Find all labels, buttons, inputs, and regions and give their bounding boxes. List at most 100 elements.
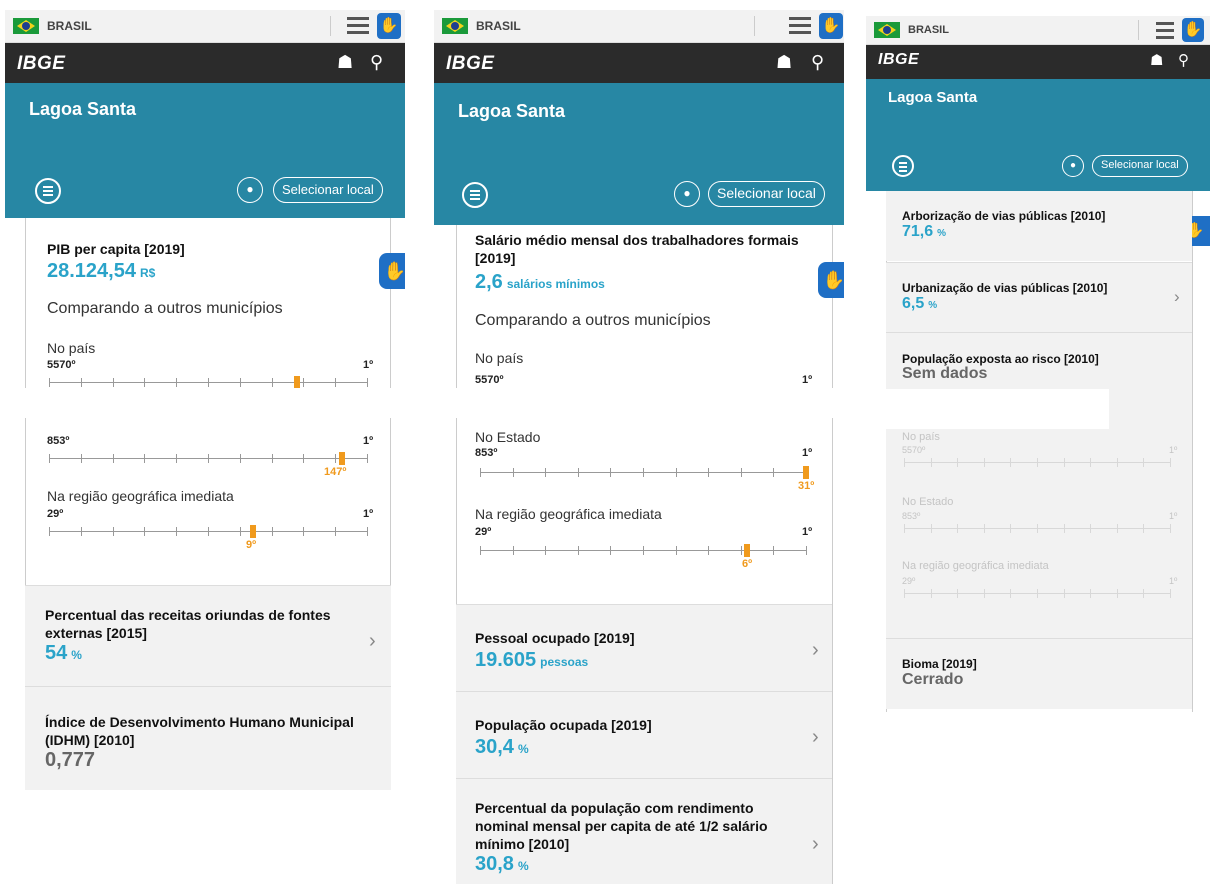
rank-total: 853º <box>475 447 498 459</box>
scale-tick <box>144 454 146 463</box>
scale-tick <box>144 527 146 536</box>
scale-tick <box>1143 458 1145 467</box>
menu-button[interactable] <box>35 178 61 204</box>
location-pin-icon[interactable]: ● <box>237 177 263 203</box>
rank-first: 1º <box>363 508 374 520</box>
scale-tick <box>675 546 677 555</box>
card-border <box>832 225 833 884</box>
search-icon[interactable]: ⚲ <box>1178 51 1189 69</box>
vlibras-hand-icon[interactable]: ✋ <box>818 262 844 298</box>
scale-tick <box>239 454 241 463</box>
scale-tick <box>930 524 932 533</box>
scale-tick <box>740 546 742 555</box>
rank-first: 1º <box>1169 445 1178 455</box>
country-label[interactable]: BRASIL <box>47 19 92 33</box>
indicator-title: Pessoal ocupado [2019] <box>475 630 635 646</box>
vlibras-hand-icon[interactable]: ✋ <box>377 13 401 39</box>
indicator-value: 30,8% <box>475 853 529 875</box>
scale-tick <box>112 527 114 536</box>
indicator-value: 2,6 salários mínimos <box>475 271 605 293</box>
menu-button[interactable] <box>892 155 914 177</box>
screenshot-panel-1: BRASIL ✋ IBGE ☗ ⚲ Lagoa Santa ● Selecion… <box>5 10 405 790</box>
ibge-building-icon[interactable]: ☗ <box>776 52 792 73</box>
chevron-right-icon[interactable]: › <box>812 726 819 749</box>
rank-marker <box>249 525 256 538</box>
rank-total: 29º <box>902 576 916 586</box>
rank-scale-regiao <box>49 525 368 538</box>
scale-tick <box>335 378 337 387</box>
vlibras-hand-icon[interactable]: ✋ <box>819 13 843 39</box>
location-pin-icon[interactable]: ● <box>1062 155 1084 177</box>
hamburger-icon[interactable] <box>1156 22 1174 40</box>
scale-tick <box>545 546 547 555</box>
hamburger-icon[interactable] <box>789 17 811 35</box>
scale-tick <box>708 468 710 477</box>
scale-tick <box>1143 589 1145 598</box>
indicator-value: 0,777 <box>45 749 96 771</box>
scale-tick <box>80 527 82 536</box>
scale-tick <box>957 524 959 533</box>
rank-label-estado: No Estado <box>475 429 541 445</box>
indicator-title: externas [2015] <box>45 625 147 641</box>
scale-tick <box>708 546 710 555</box>
indicator-row[interactable]: Pessoal ocupado [2019] 19.605 pessoas › <box>456 604 832 691</box>
menu-button[interactable] <box>462 182 488 208</box>
country-label[interactable]: BRASIL <box>476 19 521 33</box>
scale-tick <box>480 468 481 477</box>
indicator-row[interactable]: Índice de Desenvolvimento Humano Municip… <box>25 686 391 790</box>
select-local-button[interactable]: Selecionar local <box>273 177 383 203</box>
scale-tick <box>176 378 178 387</box>
chevron-right-icon[interactable]: › <box>1174 287 1180 307</box>
scale-tick <box>773 546 775 555</box>
ibge-logo[interactable]: IBGE <box>878 51 919 69</box>
vlibras-hand-icon[interactable]: ✋ <box>1182 18 1204 42</box>
scale-tick <box>957 458 959 467</box>
ibge-logo[interactable]: IBGE <box>446 53 494 75</box>
ibge-building-icon[interactable]: ☗ <box>1150 51 1163 69</box>
country-label[interactable]: BRASIL <box>908 24 949 36</box>
scale-tick <box>806 546 807 555</box>
scale-tick <box>112 378 114 387</box>
divider <box>1138 20 1139 40</box>
flag-brazil-icon <box>874 22 900 38</box>
indicator-value: 19.605 pessoas <box>475 649 589 671</box>
indicator-row[interactable]: Urbanização de vias públicas [2010] 6,5%… <box>886 262 1192 333</box>
rank-first: 1º <box>363 435 374 447</box>
scale-tick <box>176 527 178 536</box>
scale-tick <box>208 378 209 387</box>
indicator-value: 28.124,54 R$ <box>47 260 156 282</box>
scale-tick <box>239 527 241 536</box>
rank-scale-pais <box>49 376 368 389</box>
scale-tick <box>643 546 644 555</box>
indicator-title: Percentual da população com rendimento <box>475 800 754 816</box>
chevron-right-icon[interactable]: › <box>812 833 819 856</box>
indicator-row[interactable]: Arborização de vias públicas [2010] 71,6… <box>886 191 1192 261</box>
search-icon[interactable]: ⚲ <box>370 52 383 73</box>
ibge-building-icon[interactable]: ☗ <box>337 52 353 73</box>
hamburger-icon[interactable] <box>347 17 369 35</box>
rank-scale-regiao <box>904 588 1171 598</box>
vlibras-hand-icon[interactable]: ✋ <box>379 253 405 289</box>
indicator-row[interactable]: Bioma [2019] Cerrado <box>886 638 1192 709</box>
select-local-button[interactable]: Selecionar local <box>1092 155 1188 177</box>
indicator-value: 54% <box>45 642 82 664</box>
indicator-title: PIB per capita [2019] <box>47 241 185 257</box>
indicator-card-expanded[interactable]: População exposta ao risco [2010] Sem da… <box>866 332 1192 638</box>
indicator-row[interactable]: Percentual das receitas oriundas de font… <box>25 585 391 686</box>
scale-tick <box>271 378 273 387</box>
indicator-title: Salário médio mensal dos trabalhadores f… <box>475 232 799 248</box>
scale-tick <box>480 546 481 555</box>
search-icon[interactable]: ⚲ <box>811 52 824 73</box>
scale-tick <box>930 589 932 598</box>
location-pin-icon[interactable]: ● <box>674 181 700 207</box>
scale-tick <box>1037 524 1038 533</box>
chevron-right-icon[interactable]: › <box>369 630 376 653</box>
chevron-right-icon[interactable]: › <box>812 639 819 662</box>
scale-tick <box>112 454 114 463</box>
divider <box>754 16 755 36</box>
indicator-row[interactable]: Percentual da população com rendimento n… <box>456 778 832 884</box>
select-local-button[interactable]: Selecionar local <box>708 181 825 207</box>
indicator-row[interactable]: População ocupada [2019] 30,4% › <box>456 691 832 778</box>
scale-tick <box>1063 589 1065 598</box>
ibge-logo[interactable]: IBGE <box>17 53 65 75</box>
